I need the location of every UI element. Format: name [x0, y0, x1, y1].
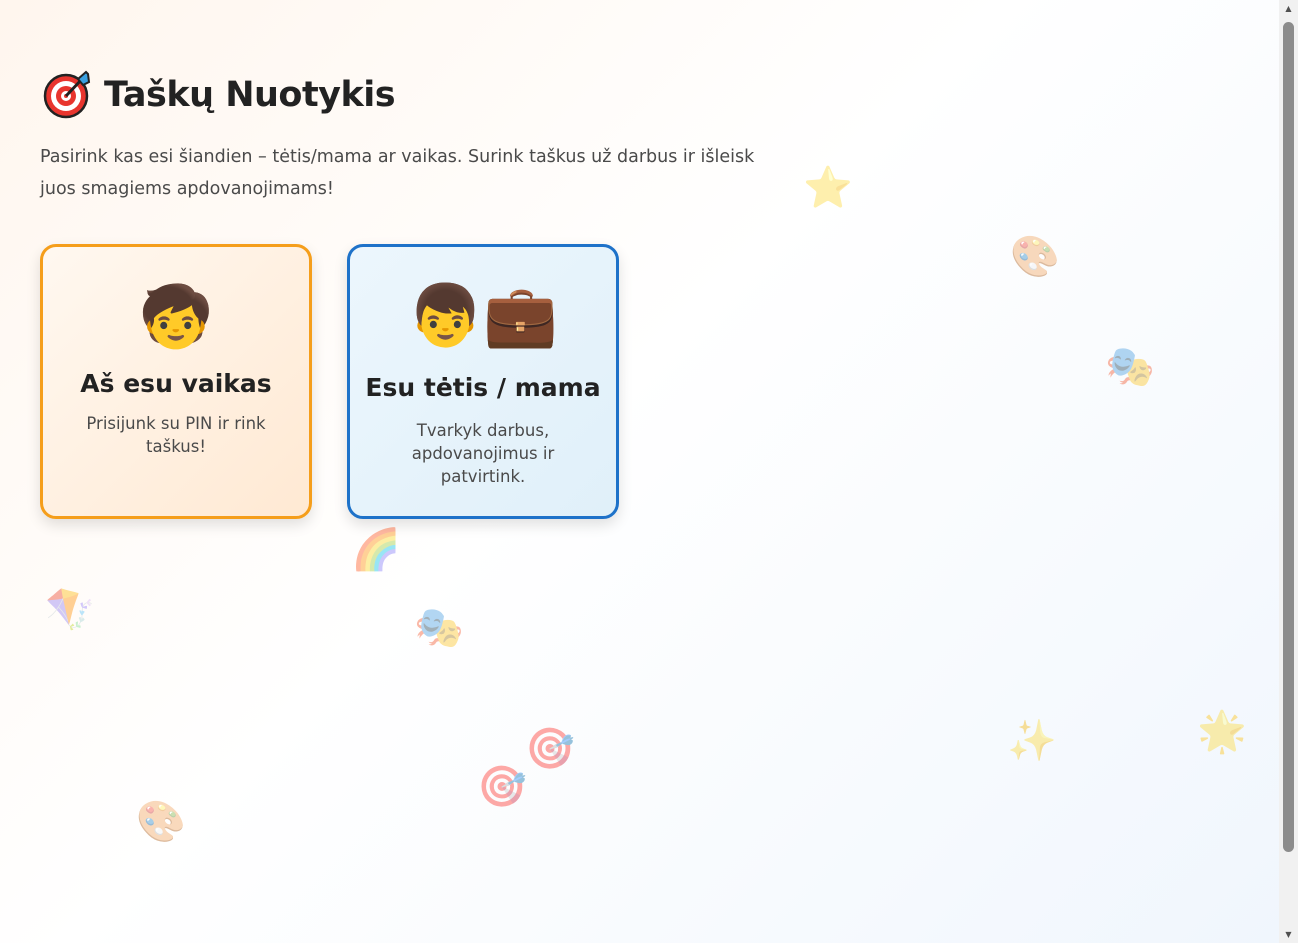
- target-icon: 🎯: [525, 726, 575, 772]
- kid-role-card[interactable]: 🧒 Aš esu vaikas Prisijunk su PIN ir rink…: [40, 244, 312, 519]
- parent-briefcase-icon: 👦💼: [408, 281, 558, 351]
- palette-icon: 🎨: [136, 799, 186, 845]
- page-subtitle: Pasirink kas esi šiandien – tėtis/mama a…: [40, 147, 755, 199]
- page-header: Taškų Nuotykis: [42, 70, 396, 120]
- kid-card-description: Prisijunk su PIN ir rink taškus!: [86, 414, 266, 456]
- target-icon: 🎯: [477, 764, 527, 810]
- masks-icon: 🎭: [1105, 344, 1155, 390]
- glowing-star-icon: 🌟: [1197, 709, 1247, 755]
- target-icon: [43, 70, 91, 119]
- scroll-up-arrow-icon[interactable]: ▲: [1279, 0, 1298, 17]
- scrollbar-thumb[interactable]: [1283, 22, 1294, 852]
- sparkles-icon: ✨: [1007, 718, 1057, 764]
- parent-role-card[interactable]: 👦💼 Esu tėtis / mama Tvarkyk darbus, apdo…: [347, 244, 619, 519]
- star-icon: ⭐: [803, 165, 853, 211]
- child-icon: 🧒: [138, 282, 214, 352]
- kite-icon: 🪁: [45, 587, 95, 633]
- page-title: Taškų Nuotykis: [104, 75, 396, 115]
- scroll-down-arrow-icon[interactable]: ▼: [1279, 926, 1298, 943]
- parent-card-title: Esu tėtis / mama: [365, 373, 601, 402]
- kid-card-title: Aš esu vaikas: [80, 369, 272, 398]
- vertical-scrollbar[interactable]: ▲ ▼: [1279, 0, 1298, 943]
- palette-icon: 🎨: [1010, 234, 1060, 280]
- masks-icon: 🎭: [414, 605, 464, 651]
- page: ⭐ 🎨 🎭 🌈 🪁 🎭 🎯 🎯 ✨ 🌟 🎨 Taškų Nuotykis Pas…: [0, 0, 1279, 943]
- parent-card-description: Tvarkyk darbus, apdovanojimus ir patvirt…: [411, 421, 555, 486]
- rainbow-icon: 🌈: [351, 527, 401, 573]
